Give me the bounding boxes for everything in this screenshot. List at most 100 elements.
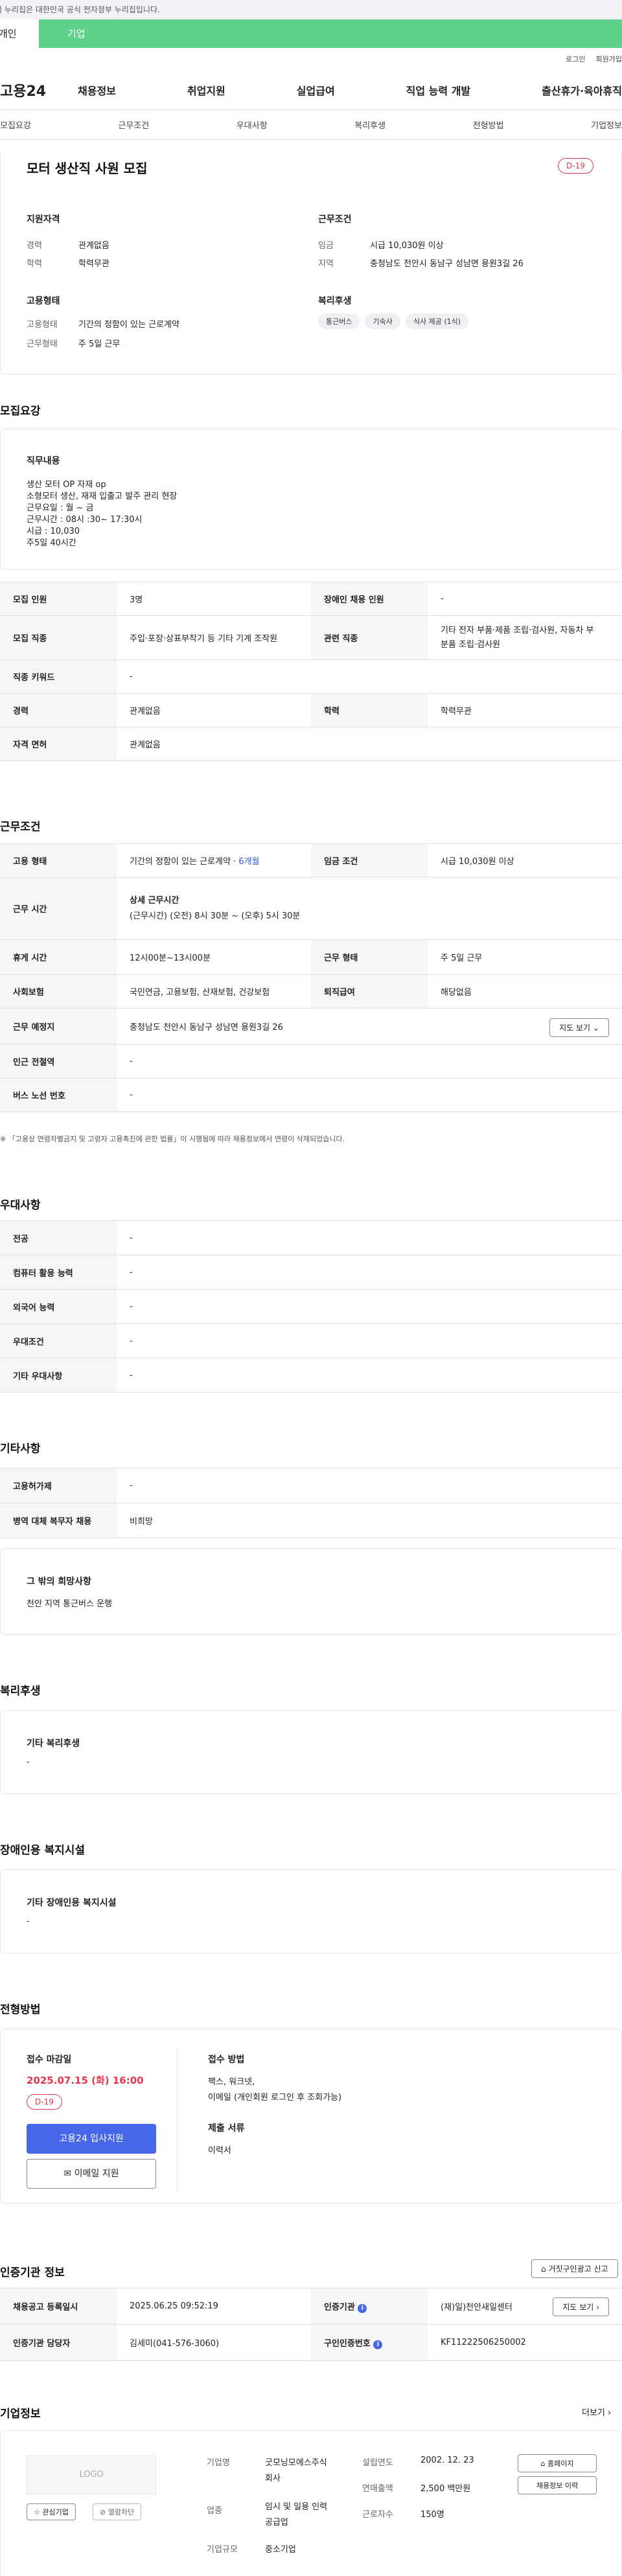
cell-value: 주 5일 근무 (428, 939, 622, 975)
emp-type-value: 기간의 정함이 있는 근로계약 · (130, 857, 239, 867)
agency-table: 채용공고 등록일시 2025.06.25 09:52:19 인증기관 i (재)… (0, 2288, 622, 2361)
founded-value: 2002. 12. 23 (420, 2456, 474, 2465)
cell-value: - (117, 659, 622, 694)
cell-label: 기타 우대사항 (0, 1358, 117, 1393)
sales-value: 2,500 백만원 (420, 2484, 471, 2494)
tab-company[interactable]: 기업 (39, 19, 622, 48)
favorite-company-button[interactable]: ☆ 관심기업 (27, 2503, 76, 2520)
agency-map-button[interactable]: 지도 보기 › (553, 2297, 609, 2316)
anchor-work[interactable]: 근무조건 (118, 119, 149, 131)
anchor-company[interactable]: 기업정보 (591, 119, 622, 131)
gnb-leave[interactable]: 출산휴가·육아휴직 (542, 82, 622, 98)
benefit-card: 기타 복리후생 - (0, 1710, 622, 1794)
company-logo: LOGO (27, 2456, 156, 2494)
chip-meal: 식사 제공 (1식) (405, 313, 469, 329)
gnb-employment-support[interactable]: 취업지원 (187, 82, 225, 98)
site-logo[interactable]: 고용24 (0, 80, 78, 100)
duty-line: 주5일 40시간 (27, 538, 76, 548)
qual-title: 지원자격 (27, 214, 60, 225)
cell-label: 근무 예정지 (0, 1008, 117, 1045)
table-row: 전공 - (0, 1220, 622, 1255)
info-icon[interactable]: i (358, 2303, 367, 2313)
cell-value: 비희망 (117, 1503, 622, 1538)
table-row: 근무 시간 상세 근무시간 (근무시간) (오전) 8시 30분 ~ (오후) 5… (0, 877, 622, 940)
deadline-title: 접수 마감일 (27, 2055, 72, 2065)
table-row: 자격 면허 관계없음 (0, 727, 622, 761)
map-button[interactable]: 지도 보기 ⌄ (549, 1018, 609, 1037)
cond-label: 지역 (318, 259, 334, 269)
block-view-button[interactable]: ⊘ 열람차단 (93, 2503, 142, 2520)
cell-label: 채용공고 등록일시 (0, 2288, 117, 2325)
gnb-training[interactable]: 직업 능력 개발 (406, 82, 470, 98)
bullet-icon: ※ (0, 1135, 8, 1143)
table-row: 직종 키워드 - (0, 659, 622, 694)
cell-value: - (117, 1078, 622, 1112)
email-apply-button[interactable]: ✉ 이메일 지원 (27, 2159, 156, 2189)
disabled-sub-title: 기타 장애인용 복지시설 (27, 1898, 117, 1908)
cell-label: 퇴직급여 (311, 974, 428, 1009)
cell-label: 전공 (0, 1220, 117, 1255)
job-history-button[interactable]: 채용정보 이력 (518, 2476, 597, 2494)
apply-button[interactable]: 고용24 입사지원 (27, 2124, 156, 2154)
chevron-right-icon: › (608, 2408, 612, 2418)
login-link[interactable]: 로그인 (566, 54, 585, 64)
anchor-recruit[interactable]: 모집요강 (0, 119, 31, 131)
qual-label: 학력 (27, 259, 42, 269)
table-row: 우대조건 - (0, 1323, 622, 1358)
cond-title: 근무조건 (318, 214, 352, 225)
company-size-label: 기업규모 (207, 2545, 238, 2555)
anchor-process[interactable]: 전형방법 (473, 119, 504, 131)
cell-label: 근무 시간 (0, 877, 117, 940)
report-button[interactable]: ⌂ 거짓구인광고 신고 (531, 2259, 618, 2278)
dday-badge: D-19 (558, 158, 593, 174)
duty-line: 근무요일 : 월 ~ 금 (27, 503, 94, 513)
section-work-title: 근무조건 (0, 821, 41, 834)
hours-value: (근무시간) (오전) 8시 30분 ~ (오후) 5시 30분 (130, 911, 301, 921)
cell-label: 장애인 채용 인원 (311, 582, 428, 616)
company-more-link[interactable]: 더보기 › (582, 2406, 611, 2418)
table-row: 인근 전철역 - (0, 1044, 622, 1078)
cell-label: 버스 노선 번호 (0, 1078, 117, 1112)
cell-value: - (117, 1220, 622, 1255)
apply-button-label: 고용24 입사지원 (59, 2134, 124, 2144)
info-icon[interactable]: i (373, 2340, 383, 2349)
star-icon: ☆ (34, 2508, 43, 2516)
emp-value: 주 5일 근무 (78, 339, 121, 349)
staff-label: 근로자수 (362, 2510, 393, 2520)
related-job-line: 분품 조립·검사원 (441, 639, 500, 650)
table-row: 병역 대체 복무자 채용 비희망 (0, 1503, 622, 1538)
cell-label: 임금 조건 (311, 843, 428, 878)
table-row: 사회보험 국민연금, 고용보험, 산재보험, 건강보험 퇴직급여 해당없음 (0, 974, 622, 1009)
duty-line: 생산 모터 OP 자재 op (27, 480, 106, 490)
anchor-prefer[interactable]: 우대사항 (236, 119, 268, 131)
chevron-down-icon: ⌄ (592, 1023, 599, 1032)
job-summary-card: 모터 생산직 사원 모집 D-19 지원자격 경력 관계없음 학력 학력무관 근… (0, 153, 622, 374)
duty-card: 직무내용 생산 모터 OP 자재 op 소형모터 생산, 재재 입출고 발주 관… (0, 429, 622, 570)
tab-personal[interactable]: 개인 (0, 19, 39, 48)
emp-label: 고용형태 (27, 320, 58, 330)
section-disabled-title: 장애인용 복지시설 (0, 1844, 86, 1857)
qual-value: 학력무관 (78, 259, 109, 269)
company-name-line: 굿모닝모에스주식 (265, 2458, 327, 2468)
gnb-jobs[interactable]: 채용정보 (78, 82, 116, 98)
cell-value: - (117, 1255, 622, 1290)
homepage-button[interactable]: ⌂ 홈페이지 (518, 2454, 597, 2472)
cell-label: 휴게 시간 (0, 939, 117, 975)
duty-line: 시급 : 10,030 (27, 527, 80, 536)
section-benefit-title: 복리후생 (0, 1685, 41, 1698)
cell-value: 국민연금, 고용보험, 산재보험, 건강보험 (117, 974, 311, 1009)
gnb-unemployment[interactable]: 실업급여 (297, 82, 335, 98)
cell-label: 인증기관 i (311, 2288, 428, 2325)
join-link[interactable]: 회원가입 (596, 54, 622, 64)
industry-label: 업종 (207, 2506, 222, 2516)
cond-value: 충청남도 천안시 동남구 성남면 용원3길 26 (370, 259, 524, 269)
cell-label: 직종 키워드 (0, 659, 117, 694)
section-prefer-title: 우대사항 (0, 1199, 41, 1212)
other-wish-value: 천안 지역 통근버스 운행 (27, 1599, 112, 1609)
cell-value: 12시00분~13시00분 (117, 939, 311, 975)
cell-label: 고용 형태 (0, 843, 117, 878)
report-icon: ⌂ (541, 2264, 549, 2274)
section-process-title: 전형방법 (0, 2003, 41, 2016)
anchor-benefit[interactable]: 복리후생 (354, 119, 386, 131)
cell-value: 관계없음 (117, 693, 311, 727)
